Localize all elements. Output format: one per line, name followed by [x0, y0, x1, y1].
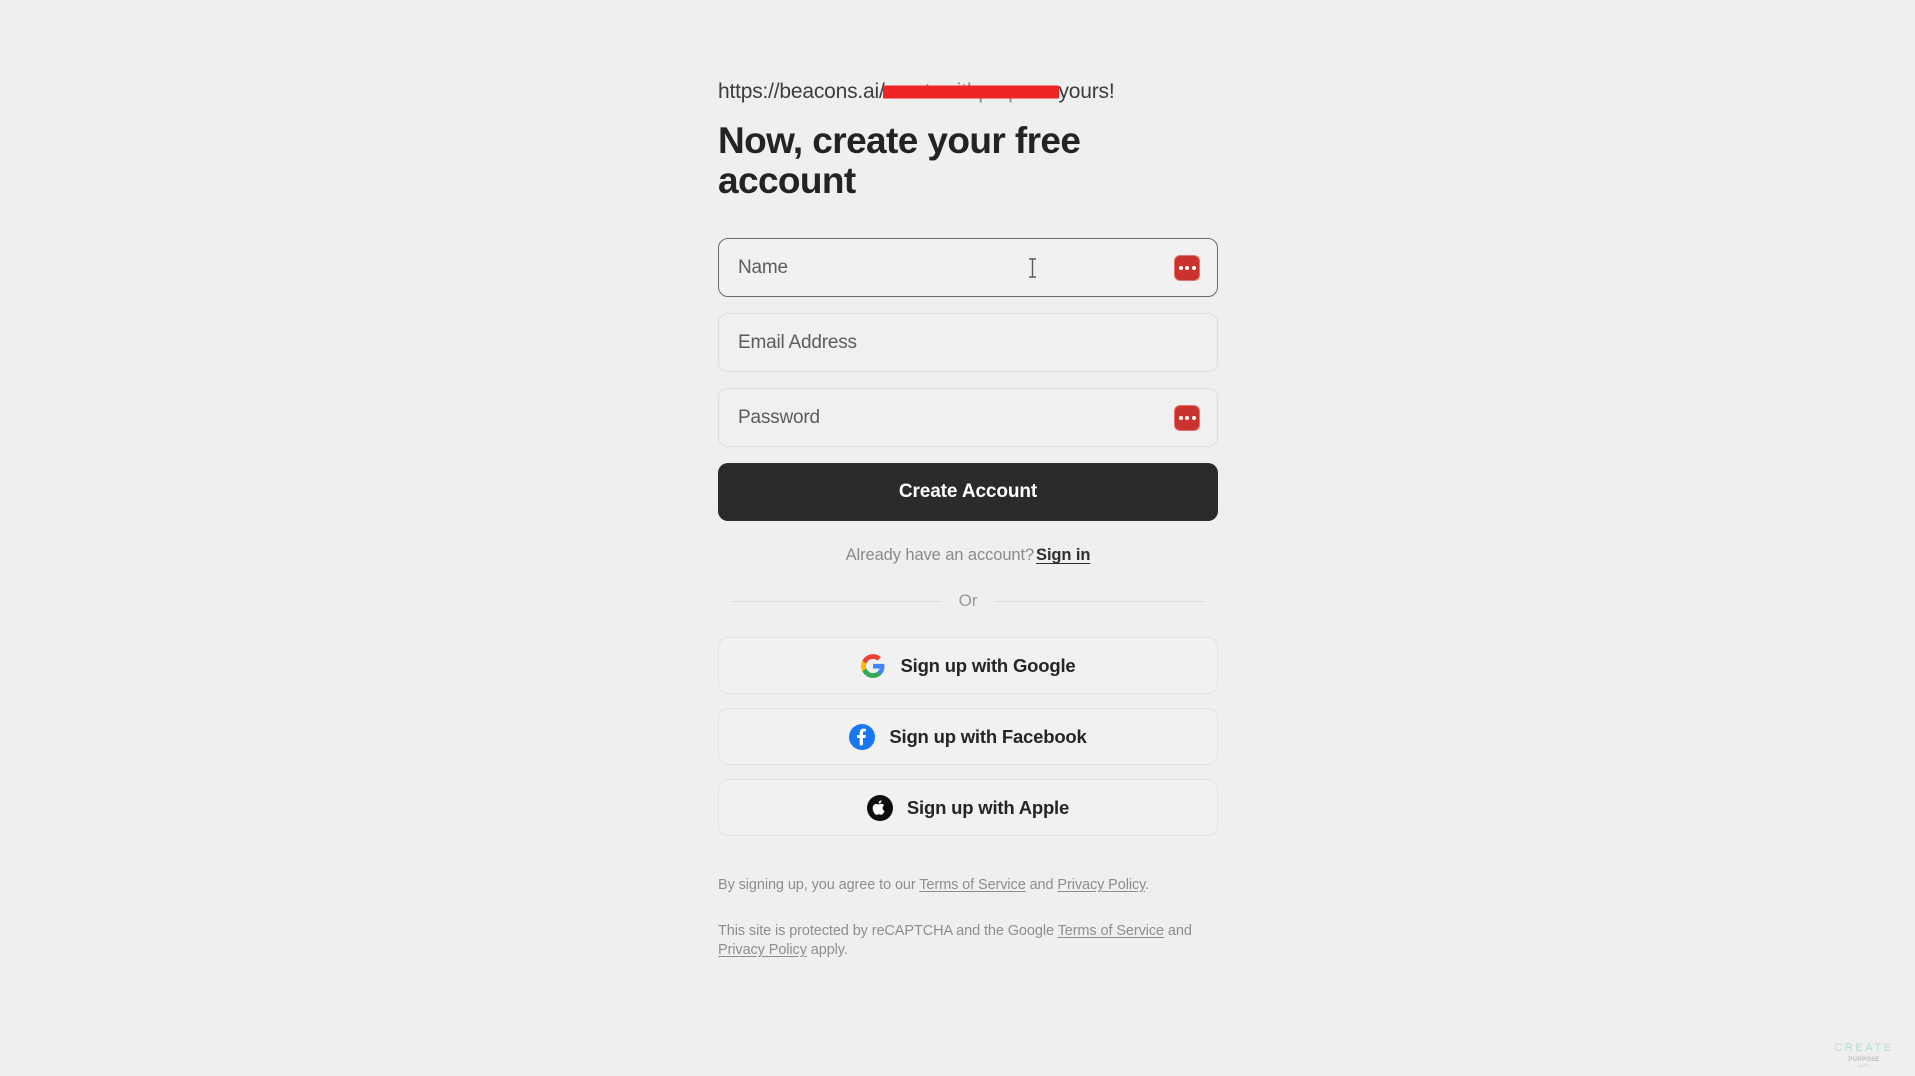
apple-icon — [866, 794, 893, 821]
legal-spacer — [718, 896, 1218, 922]
signup-page: https://beacons.ai/createwithpurpose you… — [0, 0, 1915, 1076]
recaptcha-line-part2: and — [1163, 922, 1192, 939]
create-account-button[interactable]: Create Account — [718, 463, 1218, 521]
terms-line: By signing up, you agree to our Terms of… — [718, 876, 1218, 896]
url-redacted-handle: createwithpurpose — [882, 80, 1059, 103]
divider-line-left — [732, 600, 942, 602]
signup-facebook-label: Sign up with Facebook — [889, 725, 1087, 747]
google-icon — [861, 653, 885, 678]
email-field-placeholder: Email Address — [738, 331, 857, 353]
recaptcha-line: This site is protected by reCAPTCHA and … — [718, 922, 1218, 961]
signup-form-column: https://beacons.ai/createwithpurpose you… — [718, 0, 1218, 961]
signup-google-label: Sign up with Google — [900, 654, 1076, 676]
text-caret-icon — [1029, 257, 1036, 278]
recaptcha-line-part3: apply. — [806, 942, 848, 959]
recaptcha-line-part1: This site is protected by reCAPTCHA and … — [718, 922, 1058, 939]
facebook-icon — [849, 723, 876, 750]
google-terms-link[interactable]: Terms of Service — [1058, 923, 1164, 939]
name-field[interactable]: Name — [718, 238, 1218, 297]
legal-text: By signing up, you agree to our Terms of… — [718, 876, 1218, 961]
password-manager-icon[interactable] — [1174, 404, 1200, 431]
form-fields: Name Email Address Password — [718, 238, 1218, 447]
signup-facebook-button[interactable]: Sign up with Facebook — [718, 708, 1218, 765]
social-signup-buttons: Sign up with Google Sign up with Faceboo… — [718, 637, 1218, 836]
email-field[interactable]: Email Address — [718, 313, 1218, 372]
name-field-placeholder: Name — [738, 256, 788, 278]
terms-line-part1: By signing up, you agree to our — [718, 877, 920, 893]
or-divider: Or — [718, 591, 1218, 611]
url-suffix: yours! — [1052, 80, 1115, 103]
divider-label: Or — [958, 591, 978, 610]
claimed-url-line: https://beacons.ai/createwithpurpose you… — [718, 80, 1218, 103]
terms-of-service-link[interactable]: Terms of Service — [919, 877, 1025, 893]
url-prefix: https://beacons.ai/ — [718, 80, 885, 103]
redaction-strike-bar — [882, 85, 1059, 99]
watermark-title: CREATE — [1834, 1042, 1894, 1054]
divider-line-right — [994, 600, 1205, 602]
privacy-policy-link[interactable]: Privacy Policy — [1057, 877, 1145, 893]
signup-apple-button[interactable]: Sign up with Apple — [718, 779, 1218, 836]
password-field[interactable]: Password — [718, 388, 1218, 447]
page-title: Now, create your free account — [718, 120, 1081, 202]
signup-apple-label: Sign up with Apple — [906, 796, 1070, 818]
password-manager-icon[interactable] — [1174, 254, 1200, 281]
signin-link[interactable]: Sign in — [1036, 546, 1090, 564]
watermark-tagline: with — [1859, 1063, 1869, 1068]
terms-line-part3: . — [1145, 877, 1150, 893]
watermark: CREATE PURPOSE with — [1825, 1042, 1903, 1068]
google-privacy-link[interactable]: Privacy Policy — [718, 942, 807, 958]
signup-google-button[interactable]: Sign up with Google — [718, 637, 1218, 694]
password-field-placeholder: Password — [738, 406, 820, 428]
signin-prompt-row: Already have an account? Sign in — [718, 546, 1218, 565]
terms-line-part2: and — [1025, 877, 1058, 893]
signin-prompt-text: Already have an account? — [845, 546, 1035, 564]
